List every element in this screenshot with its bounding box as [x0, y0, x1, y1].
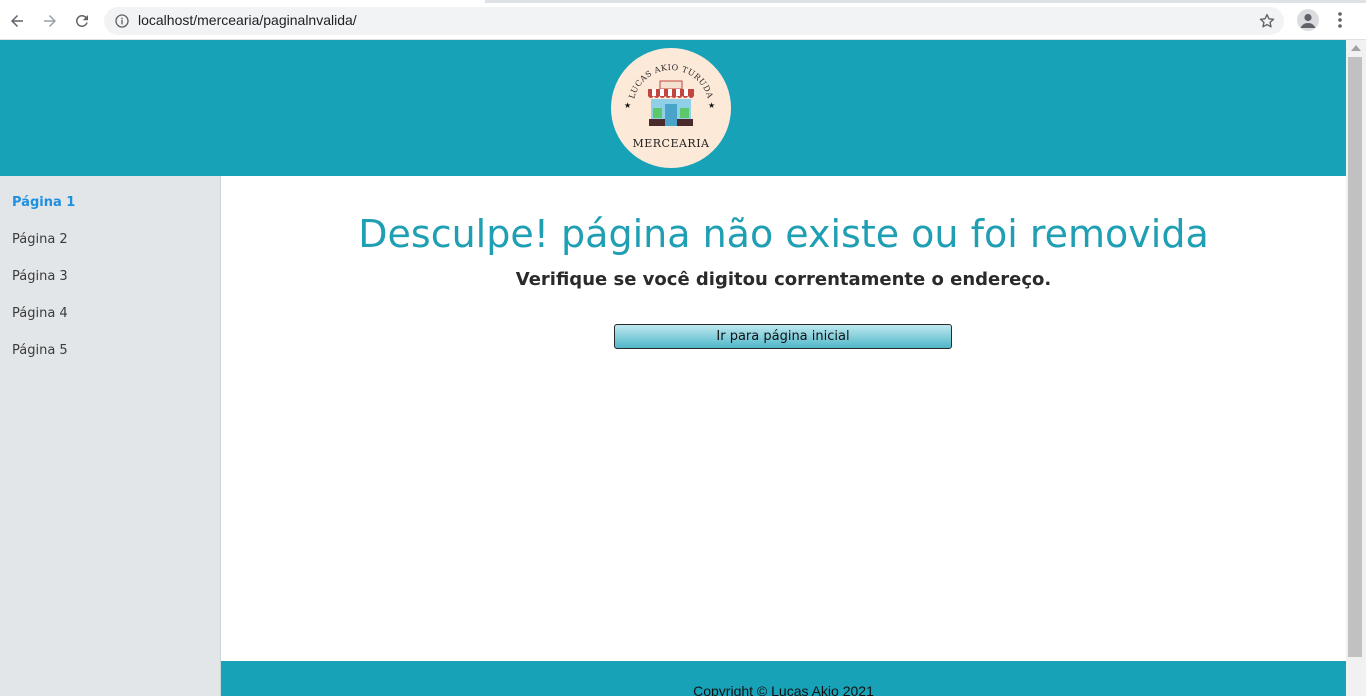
site-header: LUCAS AKIO TURUDA ★ ★ MERCEARIA — [0, 40, 1346, 176]
kebab-menu-icon[interactable] — [1332, 10, 1348, 30]
sidebar: Página 1 Página 2 Página 3 Página 4 Pági… — [0, 176, 221, 696]
profile-icon[interactable] — [1297, 9, 1319, 31]
scroll-up-arrow-icon[interactable] — [1351, 45, 1361, 51]
sidebar-item-pagina-2[interactable]: Página 2 — [12, 232, 68, 247]
web-page: LUCAS AKIO TURUDA ★ ★ MERCEARIA Página 1… — [0, 40, 1346, 696]
logo-shop-name: MERCEARIA — [632, 137, 710, 150]
info-icon[interactable] — [114, 13, 130, 29]
sidebar-item-pagina-4[interactable]: Página 4 — [12, 306, 68, 321]
url-text[interactable]: localhost/mercearia/paginalnvalida/ — [138, 12, 357, 28]
copyright-text: Copyright © Lucas Akio 2021 — [693, 683, 874, 696]
browser-toolbar: localhost/mercearia/paginalnvalida/ — [0, 0, 1366, 40]
forward-arrow-icon[interactable] — [37, 8, 63, 34]
mercearia-logo[interactable]: LUCAS AKIO TURUDA ★ ★ MERCEARIA — [611, 48, 731, 168]
sidebar-item-pagina-1[interactable]: Página 1 — [12, 195, 75, 210]
site-footer: Copyright © Lucas Akio 2021 — [221, 661, 1346, 696]
main-content: Desculpe! página não existe ou foi remov… — [221, 176, 1346, 661]
vertical-scrollbar[interactable] — [1346, 40, 1366, 696]
sidebar-item-pagina-5[interactable]: Página 5 — [12, 343, 68, 358]
active-tab-edge — [0, 0, 485, 3]
star-left-icon: ★ — [624, 101, 631, 110]
error-title: Desculpe! página não existe ou foi remov… — [358, 212, 1209, 256]
tab-strip — [0, 0, 1366, 3]
scrollbar-thumb[interactable] — [1348, 57, 1362, 657]
back-arrow-icon[interactable] — [4, 8, 30, 34]
star-icon[interactable] — [1258, 12, 1276, 30]
go-home-button[interactable]: Ir para página inicial — [614, 324, 952, 349]
sidebar-item-pagina-3[interactable]: Página 3 — [12, 269, 68, 284]
star-right-icon: ★ — [708, 101, 715, 110]
reload-icon[interactable] — [69, 8, 95, 34]
address-bar[interactable]: localhost/mercearia/paginalnvalida/ — [104, 7, 1284, 35]
error-subtitle: Verifique se você digitou correntamente … — [515, 269, 1052, 290]
